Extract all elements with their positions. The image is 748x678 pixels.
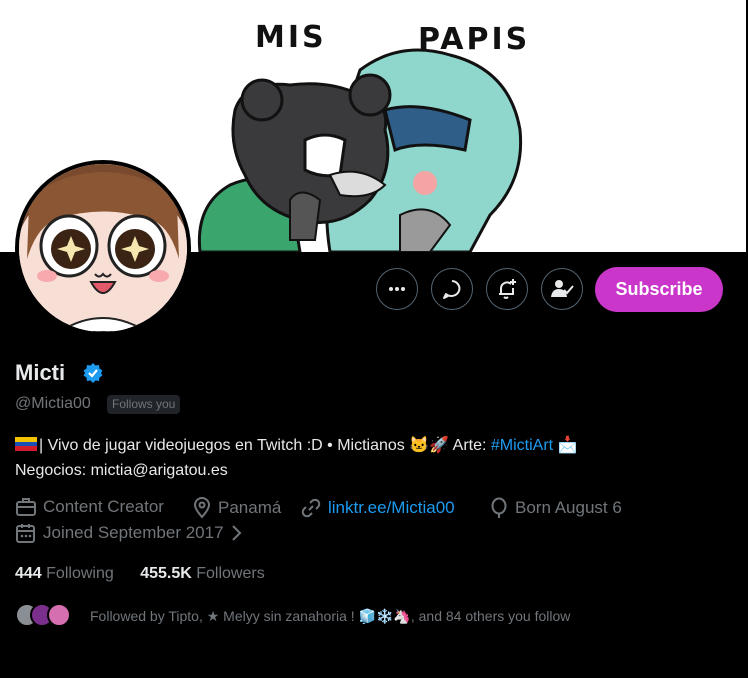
- message-button[interactable]: [431, 268, 473, 310]
- ellipsis-icon: [389, 287, 405, 291]
- followed-by-text[interactable]: Followed by Tipto, ★ Melyy sin zanahoria…: [90, 608, 570, 625]
- category-text: Content Creator: [43, 497, 164, 516]
- bell-plus-icon: [499, 279, 516, 299]
- profile-handle: @Mictia00: [15, 395, 91, 412]
- bio-hashtag-link[interactable]: #MictiArt: [491, 437, 553, 454]
- joined-text: Joined September 2017: [43, 523, 224, 542]
- birthday-text: Born August 6: [515, 498, 622, 517]
- following-stat[interactable]: 444 Following: [15, 565, 114, 582]
- person-check-icon: [551, 280, 574, 297]
- chevron-right-icon: [231, 525, 241, 541]
- calendar-icon: [16, 524, 35, 543]
- website-link[interactable]: linktr.ee/Mictia00: [328, 498, 455, 518]
- category-item: Content Creator: [15, 497, 164, 517]
- location-item: Panamá: [192, 497, 281, 519]
- joined-item[interactable]: Joined September 2017: [15, 522, 250, 544]
- link-icon: [301, 498, 321, 518]
- message-icon: [443, 280, 461, 299]
- briefcase-icon: [16, 498, 36, 516]
- avatar-artwork: [19, 164, 187, 332]
- follows-you-badge: Follows you: [107, 395, 181, 414]
- banner-text-right: PAPIS: [418, 22, 531, 57]
- verified-badge-icon: [83, 363, 103, 383]
- website-item[interactable]: linktr.ee/Mictia00: [300, 497, 455, 519]
- avatar[interactable]: [19, 164, 187, 332]
- profile-bio: | Vivo de jugar videojuegos en Twitch :D…: [15, 433, 715, 483]
- notify-button[interactable]: [486, 268, 528, 310]
- location-pin-icon: [193, 497, 211, 519]
- location-text: Panamá: [218, 498, 282, 517]
- following-label: Following: [46, 565, 114, 582]
- profile-name: Micti: [15, 360, 66, 385]
- bio-line2-text: Negocios: mictia@arigatou.es: [15, 462, 228, 479]
- subscribe-button[interactable]: Subscribe: [595, 267, 723, 312]
- balloon-icon: [491, 497, 507, 518]
- banner-text-left: MIS: [255, 20, 327, 55]
- following-button[interactable]: [541, 268, 583, 310]
- followers-label: Followers: [196, 565, 265, 582]
- followers-count: 455.5K: [140, 565, 192, 582]
- bio-line1-text: | Vivo de jugar videojuegos en Twitch :D…: [39, 437, 491, 454]
- followers-stat[interactable]: 455.5K Followers: [140, 565, 265, 582]
- bio-line1-suffix: 📩: [553, 437, 578, 454]
- following-count: 444: [15, 565, 42, 582]
- venezuela-flag-icon: [15, 434, 37, 451]
- follower-avatar-3[interactable]: [47, 603, 71, 627]
- stats-row: 444 Following 455.5K Followers: [15, 565, 265, 583]
- birthday-item: Born August 6: [489, 497, 622, 519]
- more-button[interactable]: [376, 268, 418, 310]
